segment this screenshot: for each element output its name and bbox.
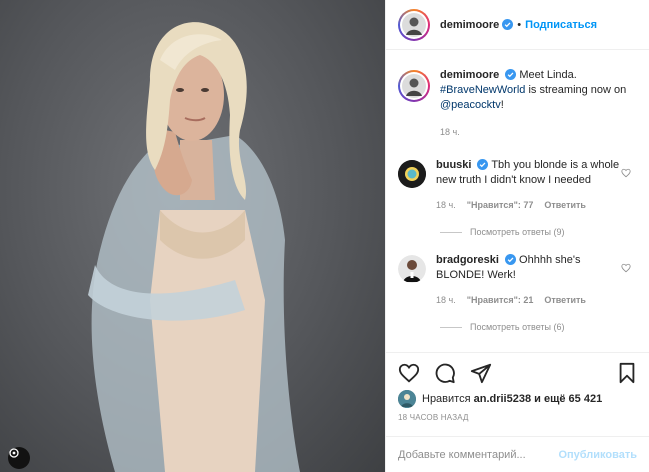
liker-avatar[interactable] [398, 390, 416, 408]
comments-list[interactable]: demimoore Meet Linda. #BraveNewWorld is … [386, 51, 649, 351]
commenter-avatar[interactable] [398, 255, 426, 283]
view-replies-line [440, 326, 462, 328]
view-replies-button[interactable]: Посмотреть ответы (6) [440, 322, 649, 332]
publish-button[interactable]: Опубликовать [558, 449, 637, 461]
caption-author-avatar[interactable] [398, 70, 430, 102]
author-avatar[interactable] [398, 8, 430, 41]
comment-time[interactable]: 18 ч. [436, 198, 456, 213]
carousel-indicator-icon[interactable] [8, 447, 30, 469]
likes-prefix: Нравится [422, 393, 471, 405]
caption-time[interactable]: 18 ч. [440, 125, 460, 140]
comment-username[interactable]: bradgoreski [436, 254, 499, 266]
liker-username[interactable]: an.drii5238 [474, 393, 531, 405]
follow-button[interactable]: Подписаться [525, 19, 597, 31]
view-replies-label: Посмотреть ответы (6) [470, 322, 565, 332]
post-photo[interactable] [0, 0, 385, 472]
post-actions-bar [386, 352, 649, 392]
caption-username[interactable]: demimoore [440, 69, 499, 81]
comment-reply-button[interactable]: Ответить [544, 198, 586, 213]
commenter-avatar-image [398, 160, 426, 188]
comment-body: bradgoreski Ohhhh she's BLONDE! Werk! 18… [436, 253, 624, 308]
caption-text-end: ! [500, 99, 504, 111]
comment-reply-button[interactable]: Ответить [544, 293, 586, 308]
verified-badge-icon [477, 159, 489, 170]
caption-mention[interactable]: @peacocktv [440, 99, 501, 111]
caption-text-middle: is streaming now on [528, 84, 627, 96]
post-timestamp[interactable]: 18 ЧАСОВ НАЗАД [398, 413, 469, 422]
view-replies-label: Посмотреть ответы (9) [470, 227, 565, 237]
caption-body: demimoore Meet Linda. #BraveNewWorld is … [440, 68, 628, 140]
bookmark-icon[interactable] [617, 362, 637, 384]
comment-likes[interactable]: "Нравится": 77 [467, 198, 534, 213]
comment-item: bradgoreski Ohhhh she's BLONDE! Werk! 18… [386, 253, 649, 308]
comment-icon[interactable] [434, 362, 456, 384]
verified-badge-icon [504, 254, 516, 265]
header-separator: • [517, 18, 522, 31]
comment-username[interactable]: buuski [436, 159, 471, 171]
post-side-panel: demimoore • Подписаться demimoore Meet L… [385, 0, 649, 472]
caption-text: Meet Linda. [519, 69, 577, 81]
comment-like-heart-icon[interactable] [621, 168, 631, 178]
verified-badge-icon [505, 69, 517, 80]
caption-avatar-image [402, 74, 426, 98]
heart-icon[interactable] [398, 362, 420, 384]
comment-body: buuski Tbh you blonde is a whole new tru… [436, 158, 624, 213]
likes-suffix[interactable]: и ещё 65 421 [534, 393, 602, 405]
verified-badge-icon [502, 19, 514, 30]
post-header: demimoore • Подписаться [386, 0, 649, 50]
add-comment-bar: Добавьте комментарий... Опубликовать [386, 436, 649, 472]
commenter-avatar[interactable] [398, 160, 426, 188]
view-replies-button[interactable]: Посмотреть ответы (9) [440, 227, 649, 237]
caption-hashtag[interactable]: #BraveNewWorld [440, 84, 525, 96]
author-username[interactable]: demimoore [440, 19, 499, 31]
view-replies-line [440, 231, 462, 233]
author-avatar-image [402, 12, 426, 37]
paper-plane-icon[interactable] [470, 362, 492, 384]
comment-time[interactable]: 18 ч. [436, 293, 456, 308]
comment-likes[interactable]: "Нравится": 21 [467, 293, 534, 308]
likes-summary[interactable]: Нравится an.drii5238 и ещё 65 421 [398, 390, 602, 408]
commenter-avatar-image [398, 255, 426, 283]
caption: demimoore Meet Linda. #BraveNewWorld is … [386, 68, 649, 140]
comment-like-heart-icon[interactable] [621, 263, 631, 273]
portrait-illustration [88, 22, 300, 472]
comment-input[interactable]: Добавьте комментарий... [398, 449, 526, 461]
comment-item: buuski Tbh you blonde is a whole new tru… [386, 158, 649, 213]
